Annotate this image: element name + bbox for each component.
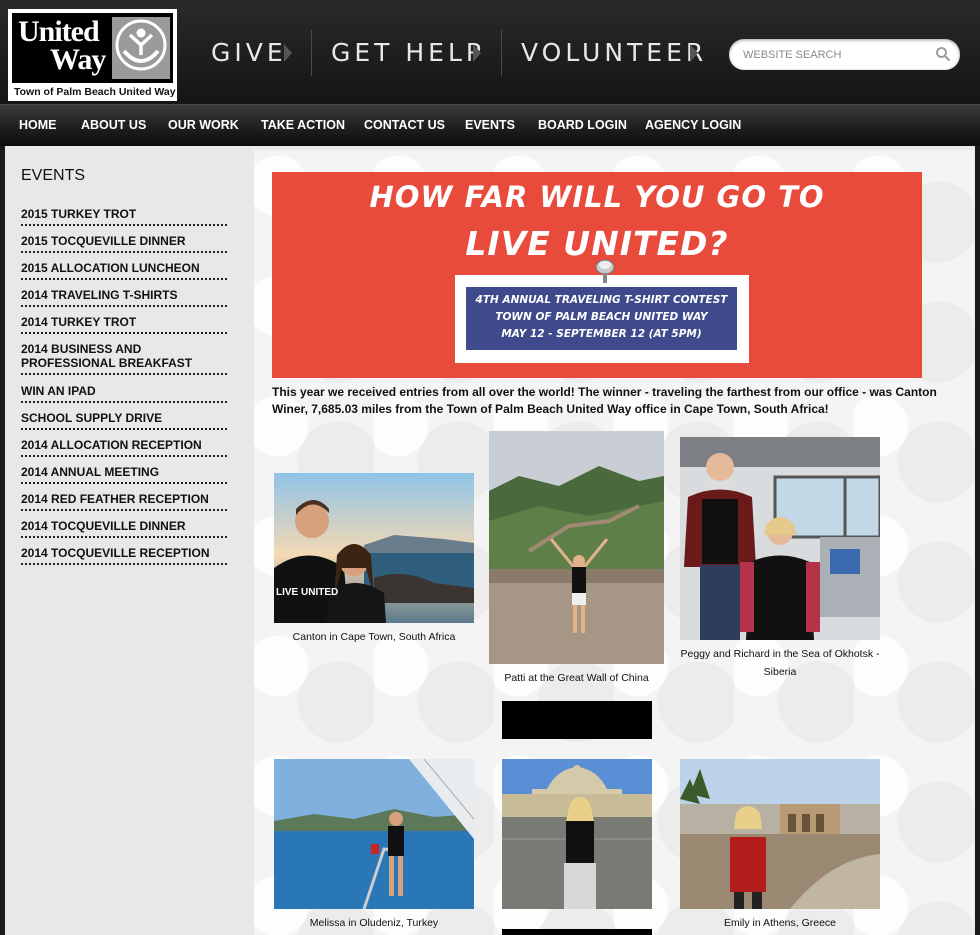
sidebar-item-2015-tocqueville-dinner[interactable]: 2015 TOCQUEVILLE DINNER [21, 234, 227, 253]
united-way-logo[interactable]: United Way Town of Palm Beach United Way [8, 9, 177, 101]
logo-black-panel: United Way [12, 13, 173, 83]
give-arrow-icon [284, 44, 292, 62]
nav-board-login[interactable]: BOARD LOGIN [538, 118, 627, 132]
caption-oludeniz: Melissa in Oludeniz, Turkey [309, 917, 439, 929]
sidebar-item-2014-red-feather-reception[interactable]: 2014 RED FEATHER RECEPTION [21, 492, 227, 511]
sidebar-item-win-an-ipad[interactable]: WIN AN IPAD [21, 384, 227, 403]
photo-athens[interactable] [680, 759, 880, 909]
nav-our-work[interactable]: OUR WORK [168, 118, 239, 132]
contest-banner: HOW FAR WILL YOU GO TO LIVE UNITED? 4TH … [272, 172, 922, 378]
nav-home[interactable]: HOME [19, 118, 57, 132]
sidebar-item-2015-turkey-trot[interactable]: 2015 TURKEY TROT [21, 207, 227, 226]
topnav-divider [501, 30, 502, 76]
banner-info-panel: 4TH ANNUAL TRAVELING T-SHIRT CONTEST TOW… [466, 287, 737, 350]
sidebar-item-2014-tocqueville-dinner[interactable]: 2014 TOCQUEVILLE DINNER [21, 519, 227, 538]
nav-contact-us[interactable]: CONTACT US [364, 118, 445, 132]
caption-okhotsk: Peggy and Richard in the Sea of Okhotsk … [680, 648, 880, 678]
banner-dates: MAY 12 - SEPTEMBER 12 (AT 5PM) [501, 328, 702, 340]
nav-about-us[interactable]: ABOUT US [81, 118, 146, 132]
shirt-live-united-text: LIVE UNITED [276, 587, 338, 598]
banner-org-name: TOWN OF PALM BEACH UNITED WAY [495, 311, 708, 323]
photo-oludeniz[interactable] [274, 759, 474, 909]
logo-word-way: Way [50, 43, 106, 76]
pushpin-icon [595, 259, 615, 283]
topnav-divider [311, 30, 312, 76]
caption-cape-town: Canton in Cape Town, South Africa [292, 631, 456, 643]
photo-okhotsk[interactable] [680, 437, 880, 640]
banner-headline: HOW FAR WILL YOU GO TO [369, 180, 825, 214]
sidebar-item-2014-turkey-trot[interactable]: 2014 TURKEY TROT [21, 315, 227, 334]
site-header: United Way Town of Palm Beach United Way… [0, 0, 980, 104]
search-icon[interactable] [935, 46, 951, 62]
sidebar-item-school-supply-drive[interactable]: SCHOOL SUPPLY DRIVE [21, 411, 227, 430]
sidebar-title: EVENTS [21, 167, 86, 184]
nav-events[interactable]: EVENTS [465, 118, 515, 132]
topnav-volunteer[interactable]: VOLUNTEER [521, 38, 707, 67]
search-input[interactable] [743, 46, 928, 63]
banner-contest-title: 4TH ANNUAL TRAVELING T-SHIRT CONTEST [475, 294, 728, 306]
sidebar-item-2014-tocqueville-reception[interactable]: 2014 TOCQUEVILLE RECEPTION [21, 546, 227, 565]
sidebar-item-2014-allocation-reception[interactable]: 2014 ALLOCATION RECEPTION [21, 438, 227, 457]
topnav-get-help[interactable]: GET HELP [331, 38, 485, 67]
photo-st-peters[interactable] [502, 759, 652, 909]
united-way-emblem-icon [112, 17, 170, 79]
intro-text: This year we received entries from all o… [272, 385, 937, 416]
search-box [729, 39, 960, 70]
caption-great-wall: Patti at the Great Wall of China [504, 672, 649, 684]
sidebar: EVENTS 2015 TURKEY TROT 2015 TOCQUEVILLE… [5, 150, 250, 935]
main-content: HOW FAR WILL YOU GO TO LIVE UNITED? 4TH … [254, 150, 974, 935]
sidebar-item-2015-allocation-luncheon[interactable]: 2015 ALLOCATION LUNCHEON [21, 261, 227, 280]
sidebar-item-2014-annual-meeting[interactable]: 2014 ANNUAL MEETING [21, 465, 227, 484]
get-help-arrow-icon [473, 44, 481, 62]
photo-great-wall[interactable] [489, 431, 664, 664]
sidebar-item-2014-traveling-t-shirts[interactable]: 2014 TRAVELING T-SHIRTS [21, 288, 227, 307]
caption-athens: Emily in Athens, Greece [723, 917, 837, 929]
main-navigation: HOME ABOUT US OUR WORK TAKE ACTION CONTA… [0, 104, 980, 146]
volunteer-arrow-icon [690, 44, 698, 62]
black-placeholder-bar-2 [502, 929, 652, 935]
photo-cape-town[interactable]: LIVE UNITED [274, 473, 474, 623]
sidebar-item-2014-business-breakfast[interactable]: 2014 BUSINESS AND PROFESSIONAL BREAKFAST [21, 342, 227, 375]
logo-tagline: Town of Palm Beach United Way [14, 86, 176, 98]
nav-agency-login[interactable]: AGENCY LOGIN [645, 118, 741, 132]
topnav-give[interactable]: GIVE [211, 38, 287, 67]
banner-info-box: 4TH ANNUAL TRAVELING T-SHIRT CONTEST TOW… [455, 275, 749, 363]
black-placeholder-bar [502, 701, 652, 739]
nav-take-action[interactable]: TAKE ACTION [261, 118, 345, 132]
